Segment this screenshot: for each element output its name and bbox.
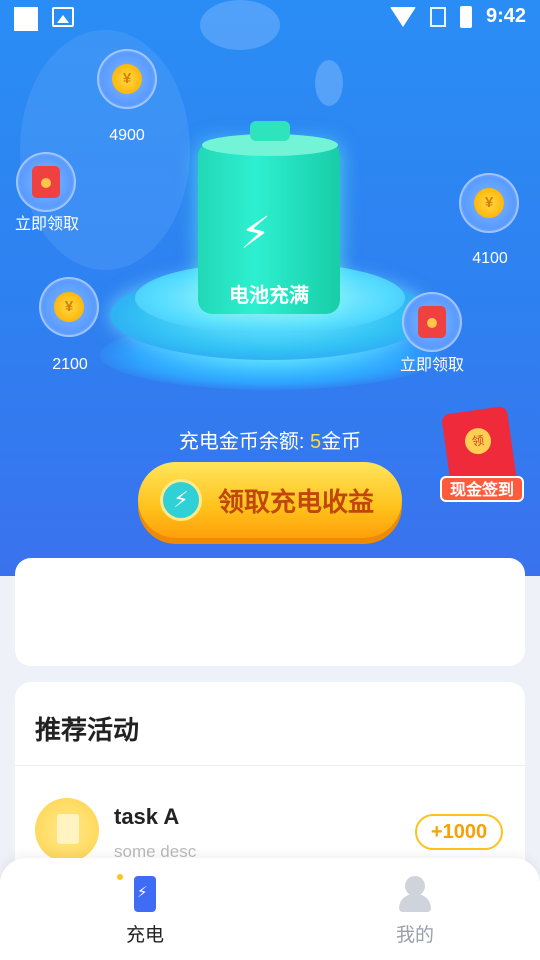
section-title: 推荐活动	[35, 715, 140, 745]
red-envelope-icon	[32, 166, 60, 198]
background-blob	[315, 60, 343, 106]
tab-mine-label: 我的	[395, 925, 434, 946]
coin-bubble-label: 4100	[472, 250, 508, 267]
redpack-bubble-label: 立即领取	[14, 216, 79, 233]
coin-bubble-1[interactable]: ¥	[97, 49, 157, 109]
task-reward-button[interactable]: +1000	[415, 814, 503, 850]
coin-bubble-label: 4900	[109, 127, 145, 144]
cash-signin-label: 现金签到	[440, 476, 524, 502]
lightning-icon: ⚡	[160, 479, 202, 521]
coin-bubble-3[interactable]: ¥	[39, 277, 99, 337]
battery-status-label: 电池充满	[229, 285, 309, 307]
user-icon	[399, 876, 431, 912]
coin-bubble-2[interactable]: ¥	[459, 173, 519, 233]
bottom-nav: 充电 我的	[0, 858, 540, 960]
tab-mine[interactable]: 我的	[355, 876, 475, 947]
notification-dot	[117, 874, 123, 880]
balance-value: 5	[310, 431, 322, 453]
redpack-bubble-1[interactable]	[16, 152, 76, 212]
battery-status-icon	[459, 5, 472, 28]
redpack-bubble-2[interactable]	[402, 292, 462, 352]
notification-icon	[14, 7, 38, 31]
cash-signin-badge[interactable]: 现金签到	[440, 405, 524, 502]
divider	[15, 765, 525, 766]
status-bar: 9:42	[0, 0, 540, 38]
task-name: task A	[114, 804, 180, 829]
coin-icon: ¥	[474, 188, 504, 218]
coin-icon: ¥	[112, 64, 142, 94]
redpack-bubble-label: 立即领取	[399, 357, 464, 374]
coin-bubble-label: 2100	[52, 356, 88, 373]
lightning-icon: ⚡	[240, 209, 271, 258]
clock: 9:42	[485, 5, 526, 27]
red-envelope-icon	[418, 306, 446, 338]
battery-cap	[250, 121, 290, 141]
image-icon	[52, 7, 74, 27]
no-sim-icon	[429, 6, 446, 27]
claim-earnings-button[interactable]: ⚡ 领取充电收益	[138, 462, 402, 538]
wifi-icon	[389, 6, 416, 27]
tab-charge[interactable]: 充电	[85, 874, 205, 947]
placeholder-card	[15, 558, 525, 666]
battery-charge-icon	[134, 876, 156, 912]
task-icon	[35, 798, 99, 862]
tab-charge-label: 充电	[125, 925, 164, 946]
coin-icon: ¥	[54, 292, 84, 322]
claim-button-label: 领取充电收益	[218, 486, 375, 517]
